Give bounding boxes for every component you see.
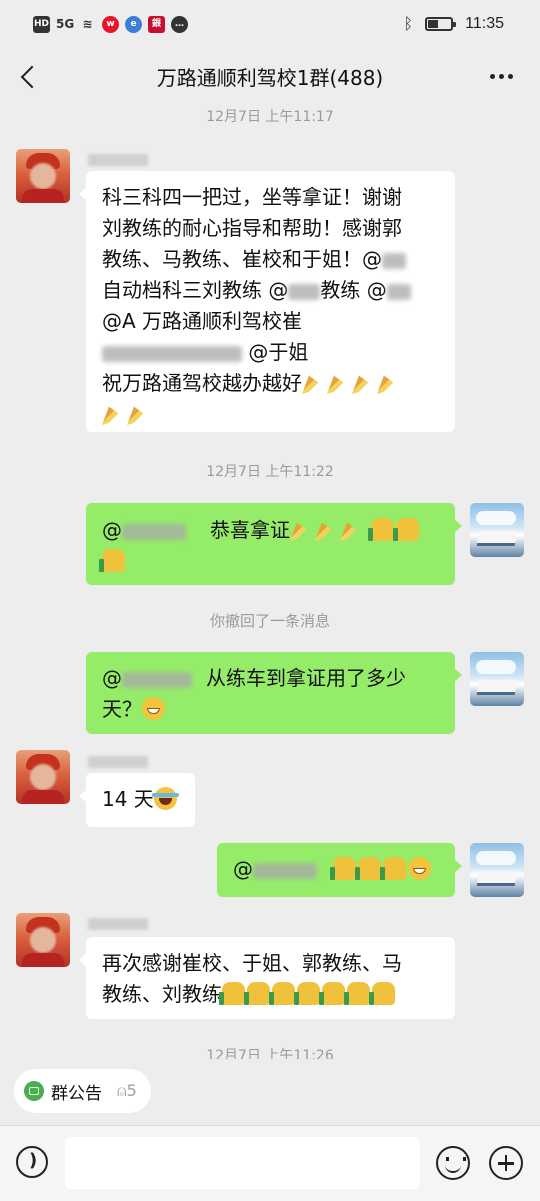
weibo-icon: w	[102, 16, 119, 33]
person-icon: ⍝	[117, 1081, 127, 1100]
thumbs-up-emoji	[393, 518, 420, 541]
status-icons-right: ᛒ 11:35	[404, 14, 504, 33]
smiley-icon	[446, 1157, 466, 1161]
my-avatar[interactable]	[470, 503, 524, 557]
party-popper-emoji	[377, 375, 400, 394]
status-bar: HD 5G ≋ w e 銀 … ᛒ 11:35	[0, 0, 540, 52]
voice-input-button[interactable]	[16, 1146, 48, 1178]
group-notice-label: 群公告	[51, 1083, 102, 1104]
thumbs-up-emoji	[319, 982, 345, 1005]
bluetooth-icon: ᛒ	[403, 14, 414, 33]
grinning-emoji	[142, 697, 165, 720]
browser-icon: e	[125, 16, 142, 33]
message-bubble[interactable]: 再次感谢崔校、于姐、郭教练、马 教练、刘教练	[79, 937, 455, 1019]
thumbs-up-emoji	[330, 857, 356, 880]
message-timestamp: 12月7日 上午11:26	[206, 1048, 334, 1059]
party-popper-emoji	[327, 375, 350, 394]
message-text: 14 天	[102, 784, 179, 815]
message-text: 祝万路通驾校越办越好	[102, 368, 439, 399]
chat-icon: …	[171, 16, 188, 33]
message-bubble-mine[interactable]: @ 恭喜拿证	[86, 503, 462, 585]
message-text: 刘教练的耐心指导和帮助！感谢郭	[102, 216, 402, 240]
message-timestamp: 12月7日 上午11:22	[206, 464, 334, 480]
message-text: 教练、马教练、崔校和于姐！@	[102, 244, 439, 275]
message-text: 科三科四一把过，坐等拿证！谢谢	[102, 185, 402, 209]
party-popper-emoji	[102, 406, 125, 425]
message-text: 天？	[102, 694, 439, 725]
chat-header: 万路通顺利驾校1群(488)	[0, 52, 540, 100]
status-icons-left: HD 5G ≋ w e 銀 …	[33, 16, 188, 33]
chat-title: 万路通顺利驾校1群(488)	[156, 66, 384, 90]
emoji-button[interactable]	[436, 1146, 470, 1180]
notice-count: ⍝5	[117, 1081, 137, 1100]
message-text: @ 从练车到拿证用了多少	[102, 666, 406, 690]
message-timestamp: 12月7日 上午11:17	[206, 109, 334, 125]
thumbs-up-emoji	[344, 982, 370, 1005]
wifi-icon: ≋	[82, 17, 93, 31]
sender-avatar[interactable]	[16, 913, 70, 967]
thumbs-up-emoji	[380, 857, 406, 880]
bank-icon: 銀	[148, 16, 165, 33]
thumbs-up-emoji	[219, 982, 245, 1005]
thumbs-up-emoji	[369, 982, 395, 1005]
sender-avatar[interactable]	[16, 750, 70, 804]
party-popper-emoji	[315, 522, 338, 541]
party-popper-emoji	[340, 522, 363, 541]
thumbs-up-emoji	[99, 549, 125, 572]
party-popper-emoji	[127, 406, 150, 425]
more-button[interactable]	[486, 62, 516, 90]
party-popper-emoji	[302, 375, 325, 394]
party-popper-emoji	[290, 522, 313, 541]
message-text: 自动档科三刘教练 @ 教练 @	[102, 275, 439, 306]
sender-name-redacted	[88, 154, 148, 166]
message-text: 教练、刘教练	[102, 979, 439, 1010]
thumbs-up-emoji	[244, 982, 270, 1005]
status-time: 11:35	[465, 14, 504, 32]
sender-avatar[interactable]	[16, 149, 70, 203]
message-input[interactable]	[65, 1137, 420, 1189]
message-text: @A 万路通顺利驾校崔	[102, 309, 303, 333]
group-notice-button[interactable]: 群公告 ⍝5	[14, 1069, 151, 1113]
message-text	[102, 399, 439, 430]
more-actions-button[interactable]	[489, 1146, 523, 1180]
message-text: @	[233, 854, 439, 885]
grinning-emoji	[408, 857, 431, 880]
message-text: @ 恭喜拿证	[102, 515, 439, 546]
my-avatar[interactable]	[470, 843, 524, 897]
thumbs-up-emoji	[294, 982, 320, 1005]
message-text: 再次感谢崔校、于姐、郭教练、马	[102, 951, 402, 975]
message-bubble-mine[interactable]: @ 从练车到拿证用了多少 天？	[86, 652, 462, 734]
signal-icon: 5G	[56, 17, 75, 31]
party-popper-emoji	[352, 375, 375, 394]
thumbs-up-emoji	[269, 982, 295, 1005]
thumbs-up-emoji	[368, 518, 395, 541]
tears-of-joy-emoji	[151, 787, 179, 810]
battery-icon	[425, 16, 457, 31]
notice-icon	[24, 1081, 44, 1101]
more-dots-icon	[489, 73, 495, 79]
sender-name-redacted	[88, 918, 148, 930]
message-text: @于姐	[102, 337, 439, 368]
recall-notice: 你撤回了一条消息	[209, 612, 330, 630]
message-bubble[interactable]: 科三科四一把过，坐等拿证！谢谢 刘教练的耐心指导和帮助！感谢郭 教练、马教练、崔…	[79, 171, 455, 432]
message-bubble[interactable]: 14 天	[79, 773, 195, 827]
my-avatar[interactable]	[470, 652, 524, 706]
message-text	[99, 546, 439, 577]
thumbs-up-emoji	[355, 857, 381, 880]
sender-name-redacted	[88, 756, 148, 768]
message-bubble-mine[interactable]: @	[217, 843, 462, 897]
hd-icon: HD	[33, 16, 50, 33]
input-bar	[0, 1125, 540, 1201]
